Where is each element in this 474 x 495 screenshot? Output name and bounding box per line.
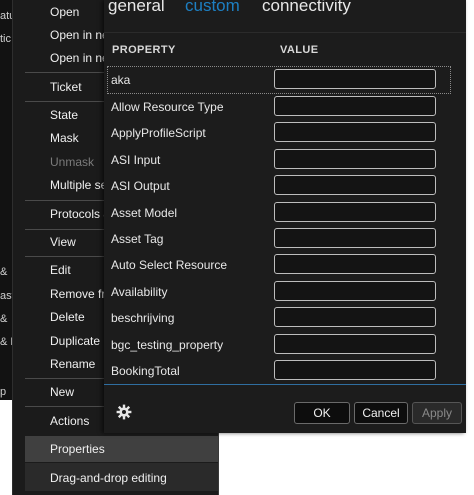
strip-text: & [0, 313, 8, 325]
property-row[interactable]: BookingTotal [108, 358, 450, 384]
property-value-input[interactable] [274, 122, 436, 142]
property-value-input[interactable] [274, 307, 436, 327]
property-value-input[interactable] [274, 254, 436, 274]
property-value-input[interactable] [274, 69, 436, 89]
property-value-input[interactable] [274, 360, 436, 380]
menu-item-properties[interactable]: Properties [25, 437, 218, 461]
column-header-value: VALUE [280, 44, 319, 56]
property-value-input[interactable] [274, 202, 436, 222]
property-row[interactable]: Asset Model [108, 200, 450, 226]
property-row[interactable]: ASI Input [108, 147, 450, 173]
property-name: aka [111, 73, 131, 87]
strip-text: p [0, 386, 7, 398]
property-value-input[interactable] [274, 228, 436, 248]
apply-button[interactable]: Apply [412, 402, 462, 424]
property-name: Asset Tag [111, 232, 164, 246]
property-name: ASI Input [111, 153, 161, 167]
property-name: Asset Model [111, 206, 178, 220]
column-header-property: PROPERTY [112, 44, 176, 56]
property-name: Allow Resource Type [111, 100, 224, 114]
property-name: Auto Select Resource [111, 258, 228, 272]
property-name: bgc_testing_property [111, 338, 224, 352]
tab-divider [104, 32, 466, 33]
property-row[interactable]: Availability [108, 279, 450, 305]
strip-text: & [0, 266, 8, 278]
list-bottom-divider [104, 384, 466, 385]
tab-custom[interactable]: custom [185, 0, 240, 16]
tab-connectivity[interactable]: connectivity [262, 0, 351, 16]
property-name: ApplyProfileScript [111, 126, 206, 140]
property-value-input[interactable] [274, 96, 436, 116]
cancel-button[interactable]: Cancel [354, 402, 408, 424]
menu-item-drag-and-drop-editing[interactable]: Drag-and-drop editing [25, 466, 218, 490]
property-row[interactable]: bgc_testing_property [108, 332, 450, 358]
strip-text: tic [0, 33, 11, 45]
property-value-input[interactable] [274, 334, 436, 354]
property-row[interactable]: beschrijving [108, 305, 450, 331]
property-row[interactable]: aka [107, 66, 451, 94]
property-row[interactable]: Asset Tag [108, 226, 450, 252]
property-name: beschrijving [111, 311, 175, 325]
property-value-input[interactable] [274, 175, 436, 195]
property-value-input[interactable] [274, 149, 436, 169]
property-row[interactable]: ASI Output [108, 173, 450, 199]
ok-button[interactable]: OK [294, 402, 350, 424]
property-row[interactable]: Allow Resource Type [108, 94, 450, 120]
property-row[interactable]: Auto Select Resource [108, 252, 450, 278]
property-value-input[interactable] [274, 281, 436, 301]
gear-icon[interactable] [116, 404, 132, 420]
property-name: Availability [111, 285, 168, 299]
property-row[interactable]: ApplyProfileScript [108, 120, 450, 146]
property-name: BookingTotal [111, 364, 180, 378]
property-name: ASI Output [111, 179, 170, 193]
tab-general[interactable]: general [108, 0, 165, 16]
properties-dialog: general custom connectivity PROPERTY VAL… [104, 0, 466, 433]
